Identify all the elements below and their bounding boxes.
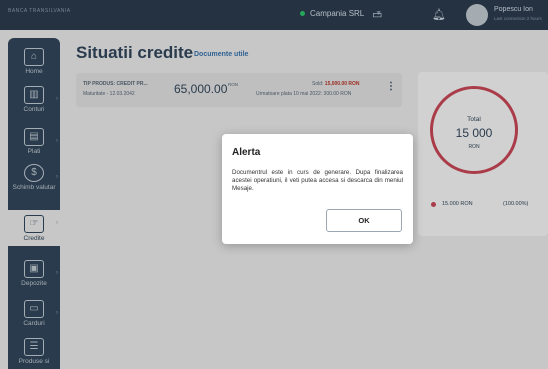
ok-button[interactable]: OK — [326, 209, 402, 232]
alert-dialog: Alerta Documentrul este in curs de gener… — [222, 134, 413, 244]
dialog-title: Alerta — [232, 147, 261, 158]
dialog-message: Documentrul este in curs de generare. Du… — [232, 169, 403, 192]
